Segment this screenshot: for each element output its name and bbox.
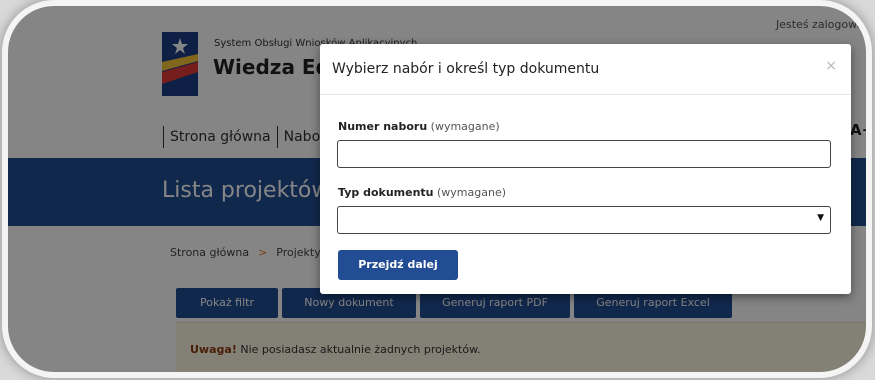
page: System Obsługi Wniosków Aplikacyjnych Wi… [8,6,866,372]
screenshot-frame: System Obsługi Wniosków Aplikacyjnych Wi… [8,6,866,372]
modal-title: Wybierz nabór i określ typ dokumentu [332,61,600,77]
document-type-select[interactable]: ▼ [337,206,831,234]
modal-header: Wybierz nabór i określ typ dokumentu × [320,44,851,95]
call-number-label: Numer naboru (wymagane) [338,120,500,133]
required-note: (wymagane) [430,120,500,133]
call-number-label-text: Numer naboru [338,120,428,133]
chevron-down-icon: ▼ [817,213,824,223]
document-type-label-text: Typ dokumentu [338,186,434,199]
required-note: (wymagane) [437,186,507,199]
document-type-label: Typ dokumentu (wymagane) [338,186,506,199]
close-icon[interactable]: × [825,58,837,74]
call-number-input[interactable] [337,140,831,168]
select-call-modal: Wybierz nabór i określ typ dokumentu × N… [320,44,851,294]
proceed-button[interactable]: Przejdź dalej [338,250,458,280]
